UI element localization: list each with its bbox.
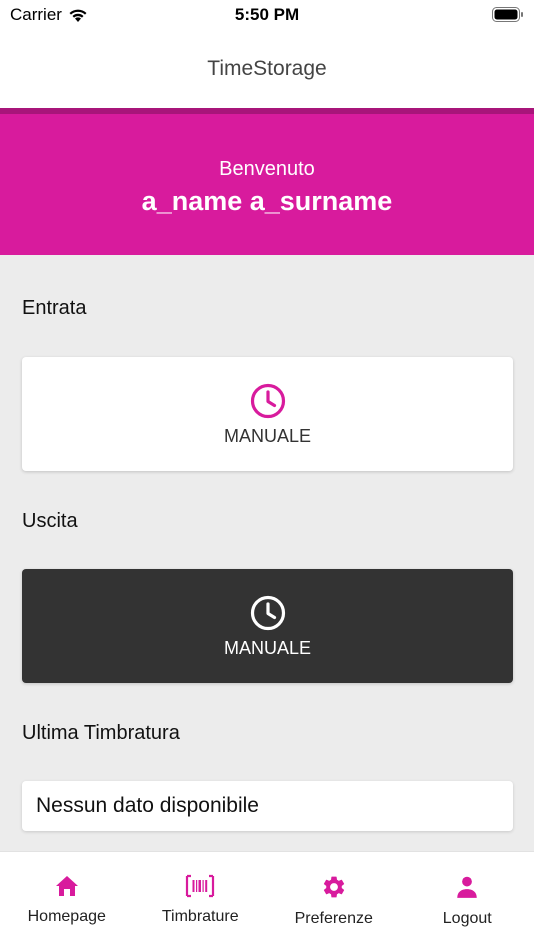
tab-timbrature[interactable]: Timbrature [134,852,268,950]
entrata-manual-button[interactable]: MANUALE [22,357,513,471]
ultima-timbratura-value: Nessun dato disponibile [36,794,259,817]
ultima-timbratura-card: Nessun dato disponibile [22,781,513,831]
tab-bar: Homepage Timbrature Preferenze Logout [0,851,534,950]
welcome-banner: Benvenuto a_name a_surname [0,114,534,255]
ultima-timbratura-title: Ultima Timbratura [22,722,180,744]
clock-icon [250,383,285,418]
tab-timbrature-label: Timbrature [161,908,239,925]
tab-logout-label: Logout [442,910,492,927]
clock-icon [250,595,285,630]
app-title: TimeStorage [207,57,327,80]
uscita-button-label: MANUALE [223,637,312,658]
status-time: 5:50 PM [234,5,300,24]
tab-preferenze-label: Preferenze [294,910,373,927]
tab-homepage[interactable]: Homepage [0,852,134,950]
welcome-text: Benvenuto [219,158,315,180]
status-bar: Carrier 5:50 PM [0,0,534,30]
barcode-icon [186,874,215,898]
uscita-manual-button[interactable]: MANUALE [22,569,513,683]
tab-logout[interactable]: Logout [401,852,534,950]
entrata-button-label: MANUALE [223,425,312,446]
user-name: a_name a_surname [141,186,393,216]
person-icon [457,876,477,898]
navigation-bar: TimeStorage [0,30,534,108]
tab-preferenze[interactable]: Preferenze [267,852,401,950]
battery-icon [492,7,524,27]
entrata-title: Entrata [22,297,87,319]
uscita-title: Uscita [22,510,78,532]
gear-icon [323,876,344,898]
tab-homepage-label: Homepage [27,908,106,925]
home-icon [55,876,78,896]
